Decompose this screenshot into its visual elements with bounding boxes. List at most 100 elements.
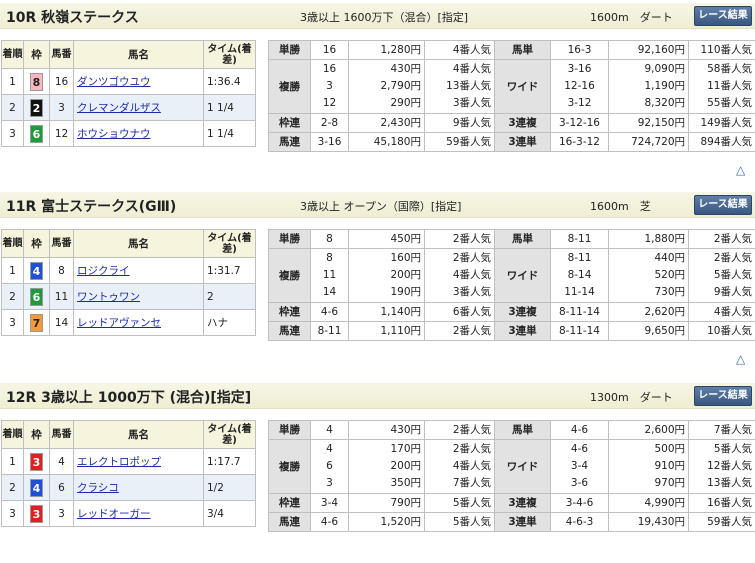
result-row: 246クラシコ1/2 bbox=[2, 475, 256, 501]
horse-name-link[interactable]: エレクトロポップ bbox=[77, 456, 161, 468]
label-fukusho: 複勝 bbox=[269, 60, 311, 114]
fukusho-amounts-line: 170円 bbox=[349, 441, 421, 458]
result-umaban: 11 bbox=[50, 284, 74, 310]
race-conditions: 3歳以上 オープン（国際）[指定] bbox=[300, 198, 461, 214]
wide-combs-line: 3-16 bbox=[551, 61, 608, 78]
waku-badge: 3 bbox=[30, 505, 43, 523]
header-umaban: 馬番 bbox=[50, 230, 74, 258]
label-tansho: 単勝 bbox=[269, 41, 311, 60]
wide-combs-line: 3-12 bbox=[551, 95, 608, 112]
payout-row: 複勝463170円200円350円2番人気4番人気7番人気ワイド4-63-43-… bbox=[269, 440, 755, 494]
payout-row: 単勝8450円2番人気馬単8-111,880円2番人気 bbox=[269, 230, 755, 249]
wide-pops: 58番人気11番人気55番人気 bbox=[689, 60, 755, 114]
header-time: タイム(着差) bbox=[204, 230, 256, 258]
tansho-pop: 2番人気 bbox=[425, 421, 495, 440]
umaren-amount: 45,180円 bbox=[349, 133, 425, 152]
result-horse: ワントゥワン bbox=[74, 284, 204, 310]
header-umaban: 馬番 bbox=[50, 41, 74, 69]
horse-name-link[interactable]: クラシコ bbox=[77, 482, 119, 494]
page-top-icon[interactable]: △ bbox=[736, 163, 745, 177]
wide-amounts-line: 1,190円 bbox=[609, 78, 685, 95]
result-time: 1 1/4 bbox=[204, 121, 256, 147]
race-title: 12R 3歳以上 1000万下 (混合)[指定] bbox=[6, 387, 251, 407]
results-table: 着順枠馬番馬名タイム(着差)134エレクトロポップ1:17.7246クラシコ1/… bbox=[1, 420, 256, 527]
payout-row: 複勝16312430円2,790円290円4番人気13番人気3番人気ワイド3-1… bbox=[269, 60, 755, 114]
race-results-button[interactable]: レース結果 bbox=[694, 195, 752, 215]
fukusho-combs: 16312 bbox=[311, 60, 349, 114]
payout-row: 単勝161,280円4番人気馬単16-392,160円110番人気 bbox=[269, 41, 755, 60]
wide-amounts-line: 730円 bbox=[609, 284, 685, 301]
result-row: 3612ホウショウナウ1 1/4 bbox=[2, 121, 256, 147]
horse-name-link[interactable]: ダンツゴウユウ bbox=[77, 76, 151, 88]
horse-name-link[interactable]: レッドアヴァンセ bbox=[77, 317, 161, 329]
umatan-pop: 2番人気 bbox=[689, 230, 755, 249]
fukusho-pops-line: 3番人気 bbox=[425, 284, 491, 301]
race-distance: 1300m ダート bbox=[590, 389, 673, 405]
result-rank: 3 bbox=[2, 501, 24, 527]
wide-pops-line: 13番人気 bbox=[689, 475, 752, 492]
result-waku: 2 bbox=[24, 95, 50, 121]
horse-name-link[interactable]: クレマンダルザス bbox=[77, 102, 161, 114]
wide-combs-line: 8-14 bbox=[551, 267, 608, 284]
fukusho-pops-line: 4番人気 bbox=[425, 61, 491, 78]
umatan-comb: 8-11 bbox=[551, 230, 609, 249]
umaren-amount: 1,110円 bbox=[349, 322, 425, 341]
results-table: 着順枠馬番馬名タイム(着差)148ロジクライ1:31.72611ワントゥワン23… bbox=[1, 229, 256, 336]
umaren-comb: 3-16 bbox=[311, 133, 349, 152]
result-horse: レッドオーガー bbox=[74, 501, 204, 527]
wide-combs-line: 8-11 bbox=[551, 250, 608, 267]
umatan-comb: 4-6 bbox=[551, 421, 609, 440]
umaren-amount: 1,520円 bbox=[349, 513, 425, 532]
fukusho-combs-line: 4 bbox=[311, 441, 348, 458]
result-rank: 1 bbox=[2, 69, 24, 95]
sanrenpuku-comb: 3-4-6 bbox=[551, 494, 609, 513]
waku-badge: 6 bbox=[30, 125, 43, 143]
wide-amounts-line: 910円 bbox=[609, 458, 685, 475]
sanrenpuku-amount: 2,620円 bbox=[609, 303, 689, 322]
results-header-row: 着順枠馬番馬名タイム(着差) bbox=[2, 41, 256, 69]
result-time: 3/4 bbox=[204, 501, 256, 527]
result-time: 1:31.7 bbox=[204, 258, 256, 284]
result-time: 1/2 bbox=[204, 475, 256, 501]
page-top-icon[interactable]: △ bbox=[736, 352, 745, 366]
label-fukusho: 複勝 bbox=[269, 249, 311, 303]
result-time: 2 bbox=[204, 284, 256, 310]
race-results-button[interactable]: レース結果 bbox=[694, 386, 752, 406]
result-row: 2611ワントゥワン2 bbox=[2, 284, 256, 310]
result-horse: ダンツゴウユウ bbox=[74, 69, 204, 95]
wakuren-amount: 1,140円 bbox=[349, 303, 425, 322]
result-row: 1816ダンツゴウユウ1:36.4 bbox=[2, 69, 256, 95]
label-wide: ワイド bbox=[495, 60, 551, 114]
horse-name-link[interactable]: ワントゥワン bbox=[77, 291, 140, 303]
wide-pops-line: 12番人気 bbox=[689, 458, 752, 475]
result-umaban: 16 bbox=[50, 69, 74, 95]
wide-pops: 5番人気12番人気13番人気 bbox=[689, 440, 755, 494]
wide-pops-line: 5番人気 bbox=[689, 267, 752, 284]
fukusho-pops-line: 13番人気 bbox=[425, 78, 491, 95]
fukusho-amounts: 430円2,790円290円 bbox=[349, 60, 425, 114]
result-time: 1:17.7 bbox=[204, 449, 256, 475]
result-waku: 3 bbox=[24, 501, 50, 527]
race-results-button[interactable]: レース結果 bbox=[694, 6, 752, 26]
sanrentan-amount: 9,650円 bbox=[609, 322, 689, 341]
sanrentan-comb: 8-11-14 bbox=[551, 322, 609, 341]
fukusho-combs-line: 8 bbox=[311, 250, 348, 267]
wakuren-pop: 9番人気 bbox=[425, 114, 495, 133]
horse-name-link[interactable]: ロジクライ bbox=[77, 265, 130, 277]
label-sanrenpuku: 3連複 bbox=[495, 114, 551, 133]
header-rank: 着順 bbox=[2, 230, 24, 258]
label-wide: ワイド bbox=[495, 249, 551, 303]
wakuren-comb: 2-8 bbox=[311, 114, 349, 133]
umaren-pop: 2番人気 bbox=[425, 322, 495, 341]
result-row: 333レッドオーガー3/4 bbox=[2, 501, 256, 527]
horse-name-link[interactable]: レッドオーガー bbox=[77, 508, 151, 520]
horse-name-link[interactable]: ホウショウナウ bbox=[77, 128, 151, 140]
results-header-row: 着順枠馬番馬名タイム(着差) bbox=[2, 421, 256, 449]
race-section: 10R 秋嶺ステークス3歳以上 1600万下（混合）[指定]1600m ダートレ… bbox=[0, 3, 755, 183]
payout-row: 馬連3-1645,180円59番人気3連単16-3-12724,720円894番… bbox=[269, 133, 755, 152]
header-time: タイム(着差) bbox=[204, 421, 256, 449]
label-sanrentan: 3連単 bbox=[495, 322, 551, 341]
fukusho-combs-line: 6 bbox=[311, 458, 348, 475]
fukusho-pops: 4番人気13番人気3番人気 bbox=[425, 60, 495, 114]
sanrenpuku-amount: 4,990円 bbox=[609, 494, 689, 513]
